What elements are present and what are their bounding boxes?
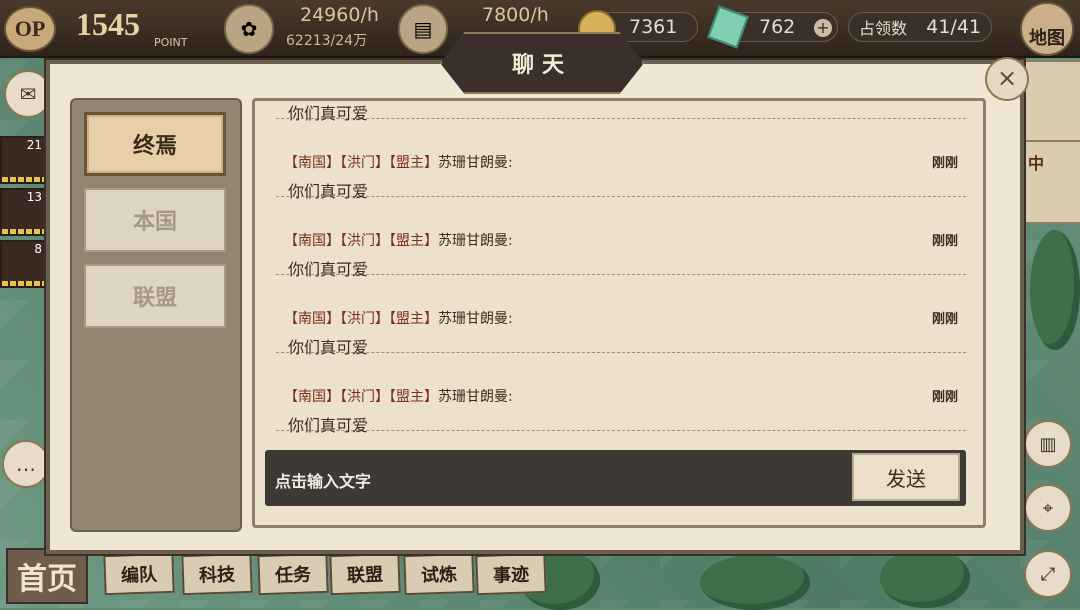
- resource1-capacity: 62213/24万: [286, 33, 368, 49]
- territory-counter: 占领数 41/41: [848, 12, 992, 42]
- tab-alliance[interactable]: 联盟: [84, 264, 226, 328]
- nav-tab-trials[interactable]: 试炼: [403, 552, 475, 596]
- map-card: 中: [1020, 140, 1080, 224]
- message-time: 刚刚: [931, 312, 958, 327]
- hero-level: 8: [34, 242, 42, 256]
- add-gems-button[interactable]: +: [814, 19, 832, 37]
- gem-value: 762: [759, 16, 796, 38]
- map-button[interactable]: 地图: [1020, 2, 1074, 56]
- hero-stamina-bar: [2, 229, 44, 234]
- channel-tabs-panel: 终焉 本国 联盟: [70, 98, 242, 532]
- send-button[interactable]: 发送: [852, 453, 960, 501]
- sender-name: 苏珊甘朗曼:: [438, 155, 513, 171]
- message-time: 刚刚: [931, 156, 958, 171]
- map-card: [1020, 60, 1080, 142]
- location-pin-icon[interactable]: ⌖: [1024, 484, 1072, 532]
- list-item: 【南国】【洪门】【盟主】苏珊甘朗曼: 刚刚 你们真可爱: [276, 118, 966, 201]
- list-item: 【南国】【洪门】【盟主】苏珊甘朗曼: 刚刚 你们真可爱: [276, 274, 966, 357]
- sender-name: 苏珊甘朗曼:: [438, 389, 513, 405]
- op-badge: OP: [4, 6, 56, 52]
- resource1-rate: 24960/h: [300, 4, 379, 26]
- territory-label: 占领数: [859, 19, 908, 38]
- castle-icon[interactable]: ▥: [1024, 420, 1072, 468]
- home-button[interactable]: 首页: [6, 548, 88, 604]
- lotus-icon[interactable]: ✿: [224, 4, 274, 54]
- nav-tab-formation[interactable]: 编队: [103, 552, 175, 596]
- sender-name: 苏珊甘朗曼:: [438, 233, 513, 249]
- hero-portrait[interactable]: 8: [0, 240, 46, 288]
- op-points-label: POINT: [154, 36, 188, 49]
- hero-level: 21: [26, 138, 42, 152]
- sender-tags: 【南国】【洪门】【盟主】: [284, 233, 438, 249]
- nav-tab-alliance[interactable]: 联盟: [329, 552, 401, 596]
- nav-tab-tech[interactable]: 科技: [181, 552, 253, 596]
- nav-tab-deeds[interactable]: 事迹: [475, 552, 547, 596]
- tab-country[interactable]: 本国: [84, 188, 226, 252]
- message-time: 刚刚: [931, 390, 958, 405]
- close-icon[interactable]: ×: [985, 57, 1029, 101]
- resource2-rate: 7800/h: [482, 4, 549, 26]
- map-label: 地图: [1029, 28, 1065, 48]
- hero-stamina-bar: [2, 281, 44, 286]
- list-item: 【南国】【洪门】【盟主】苏珊甘朗曼: 刚刚 你们真可爱: [276, 352, 966, 435]
- coin-value: 7361: [629, 16, 678, 38]
- hero-portrait[interactable]: 21: [0, 136, 46, 184]
- mail-icon[interactable]: ✉: [4, 70, 52, 118]
- sender-tags: 【南国】【洪门】【盟主】: [284, 311, 438, 327]
- message-sender: 【南国】【洪门】【盟主】苏珊甘朗曼:: [284, 386, 513, 406]
- chat-input[interactable]: 点击输入文字: [275, 468, 371, 492]
- chat-message-list[interactable]: 你们真可爱 【南国】【洪门】【盟主】苏珊甘朗曼: 刚刚 你们真可爱 【南国】【洪…: [262, 100, 974, 440]
- message-sender: 【南国】【洪门】【盟主】苏珊甘朗曼:: [284, 152, 513, 172]
- list-item: 你们真可爱: [276, 100, 966, 123]
- message-sender: 【南国】【洪门】【盟主】苏珊甘朗曼:: [284, 308, 513, 328]
- message-sender: 【南国】【洪门】【盟主】苏珊甘朗曼:: [284, 230, 513, 250]
- sender-tags: 【南国】【洪门】【盟主】: [284, 389, 438, 405]
- sender-name: 苏珊甘朗曼:: [438, 311, 513, 327]
- dialog-title: 聊天: [440, 32, 644, 94]
- hero-portrait[interactable]: 13: [0, 188, 46, 236]
- nav-tab-quests[interactable]: 任务: [257, 552, 329, 596]
- tab-world[interactable]: 终焉: [84, 112, 226, 176]
- sender-tags: 【南国】【洪门】【盟主】: [284, 155, 438, 171]
- map-tree: [1030, 230, 1080, 350]
- hero-level: 13: [26, 190, 42, 204]
- chat-bubble-icon[interactable]: …: [2, 440, 50, 488]
- list-item: 【南国】【洪门】【盟主】苏珊甘朗曼: 刚刚 你们真可爱: [276, 196, 966, 279]
- scroll-icon[interactable]: ▤: [398, 4, 448, 54]
- hero-stamina-bar: [2, 177, 44, 182]
- message-time: 刚刚: [931, 234, 958, 249]
- bottom-navigation: 首页 编队 科技 任务 联盟 试炼 事迹: [0, 546, 1080, 608]
- map-card-label: 中: [1028, 154, 1045, 173]
- chat-input-bar: 点击输入文字 发送: [265, 450, 966, 506]
- op-points-value: 1545: [76, 6, 140, 42]
- message-text: 你们真可爱: [288, 416, 369, 435]
- territory-value: 41/41: [926, 16, 981, 38]
